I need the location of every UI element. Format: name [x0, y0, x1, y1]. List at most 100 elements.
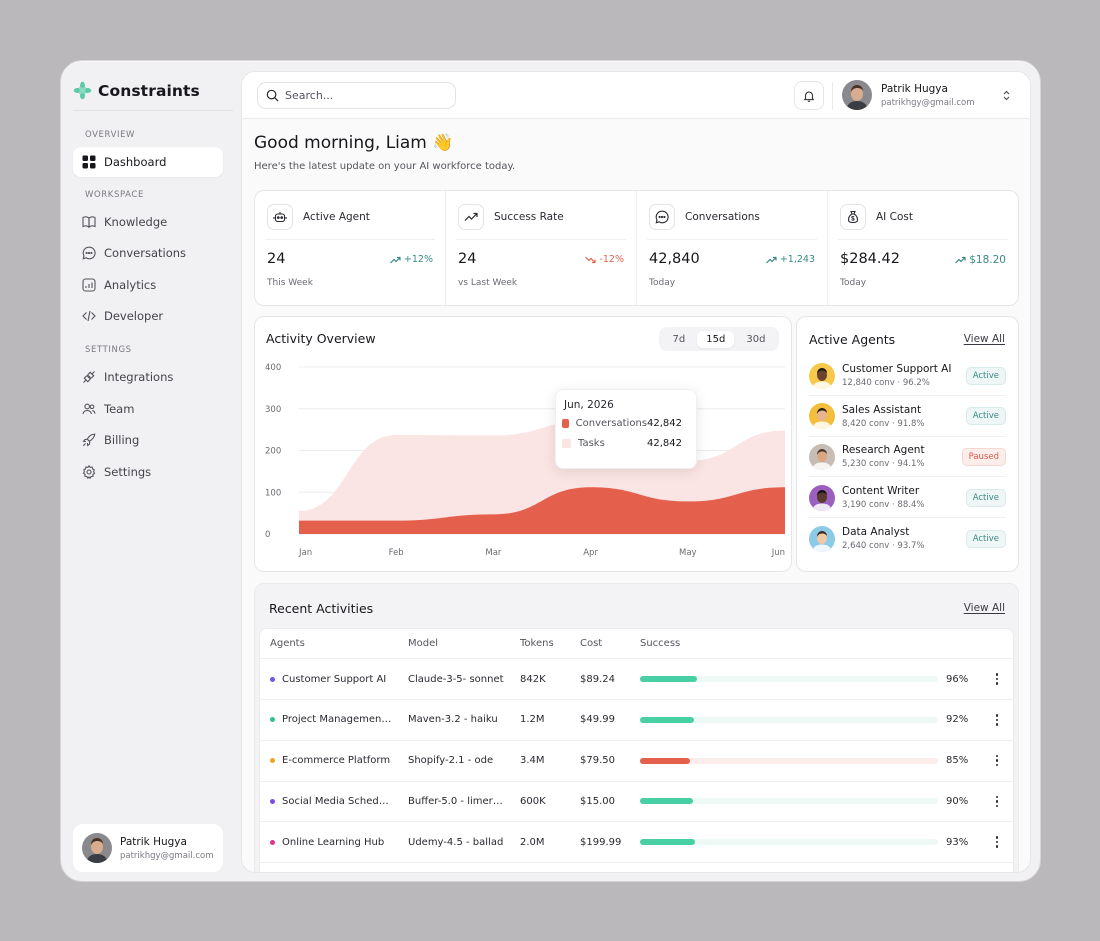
agent-name: Customer Support AI	[842, 363, 952, 375]
more-options-icon[interactable]	[993, 795, 1001, 808]
brand[interactable]: Constraints	[73, 81, 200, 100]
topbar-user[interactable]: Patrik Hugya patrikhgy@gmail.com	[842, 80, 975, 110]
table-row[interactable]: Online Learning Hub Udemy-4.5 - ballad 2.0…	[260, 822, 1013, 864]
success-value: 92%	[946, 714, 969, 726]
trend-up-icon	[765, 256, 777, 263]
bell-icon	[803, 91, 815, 102]
sidebar-item-label: Analytics	[104, 278, 157, 292]
sidebar-item-label: Billing	[104, 433, 140, 447]
agent-list-item[interactable]: Data Analyst 2,640 conv · 93.7% Active	[809, 519, 1006, 559]
avatar	[842, 80, 872, 110]
sidebar-item-conversations[interactable]: Conversations	[73, 238, 223, 268]
notification-button[interactable]	[794, 81, 824, 110]
more-options-icon[interactable]	[993, 754, 1001, 767]
legend-swatch	[562, 439, 571, 448]
stat-card-conversations[interactable]: Conversations 42,840 +1,243 Today	[637, 191, 828, 305]
model-cell: Maven-3.2 - haiku	[408, 714, 498, 726]
status-dot	[270, 758, 275, 764]
tokens-cell: 842K	[520, 673, 546, 685]
agent-name: Sales Assistant	[842, 403, 922, 416]
agent-avatar	[809, 484, 835, 511]
agent-name: Research Agent	[842, 444, 925, 457]
column-header[interactable]: Success	[640, 638, 680, 649]
y-tick-label: 0	[265, 530, 270, 540]
agent-stats: 12,840 conv · 96.2%	[842, 378, 930, 388]
tooltip-title: Jun, 2026	[564, 399, 614, 411]
view-all-agents-link[interactable]: View All	[964, 333, 1005, 345]
active-agents-card: Active Agents View All Customer Support …	[796, 316, 1019, 572]
cost-cell: $49.99	[580, 714, 615, 726]
search-placeholder: Search...	[285, 89, 334, 102]
stat-card-ai-cost[interactable]: AI Cost $284.42 $18.20 Today	[828, 191, 1018, 305]
sidebar: Constraints OVERVIEW Dashboard WORKSPACE…	[61, 61, 241, 881]
stat-card-success-rate[interactable]: Success Rate 24 -12% vs Last Week	[446, 191, 637, 305]
column-header[interactable]: Model	[408, 638, 504, 649]
robot-icon	[273, 212, 287, 223]
column-header[interactable]: Tokens	[520, 638, 554, 649]
sidebar-user-card[interactable]: Patrik Hugya patrikhgy@gmail.com	[73, 824, 223, 872]
sidebar-item-developer[interactable]: Developer	[73, 301, 223, 331]
agent-cell: Customer Support AI	[282, 673, 387, 685]
card-title: Recent Activities	[269, 601, 374, 616]
progress-fill	[640, 716, 695, 723]
success-progress-bar	[640, 798, 938, 805]
cost-cell: $199.99	[580, 836, 622, 848]
agent-cell: Project Management Bot	[282, 714, 394, 726]
section-label-overview: OVERVIEW	[85, 130, 136, 140]
user-name: Patrik Hugya	[120, 835, 187, 848]
progress-fill	[640, 839, 695, 846]
sidebar-item-knowledge[interactable]: Knowledge	[73, 207, 223, 237]
success-progress-bar	[640, 839, 938, 846]
progress-fill	[640, 676, 697, 682]
agent-cell: Social Media Scheduler	[282, 795, 394, 807]
stat-caption: Today	[840, 278, 867, 288]
status-badge: Active	[965, 366, 1006, 385]
agent-avatar	[809, 403, 835, 430]
status-badge: Active	[965, 407, 1006, 426]
more-options-icon[interactable]	[993, 673, 1001, 685]
sidebar-item-integrations[interactable]: Integrations	[73, 362, 223, 392]
stat-card-active-agent[interactable]: Active Agent 24 +12% This Week	[255, 191, 446, 305]
activity-area-chart[interactable]: 0 100 200 300 400 Jan Feb Mar Apr May Jun	[255, 317, 793, 573]
status-dot	[270, 839, 275, 845]
column-header[interactable]: Cost	[580, 638, 602, 649]
stat-value: $284.42	[840, 251, 900, 267]
sidebar-item-label: Developer	[104, 309, 164, 323]
table-row[interactable]: Customer Support AI Claude-3-5- sonnet 842…	[260, 659, 1013, 700]
user-email: patrikhgy@gmail.com	[120, 850, 214, 861]
agent-name: Content Writer	[842, 485, 920, 498]
table-row[interactable]: Project Management Bot Maven-3.2 - haiku 1…	[260, 700, 1013, 741]
status-badge: Active	[965, 529, 1006, 548]
sidebar-item-analytics[interactable]: Analytics	[73, 270, 223, 300]
column-header[interactable]: Agents	[270, 638, 305, 649]
chevron-updown-icon[interactable]	[1002, 89, 1011, 102]
table-row[interactable]: E-commerce Platform Shopify-2.1 - ode 3.4M…	[260, 741, 1013, 782]
divider	[832, 82, 833, 110]
more-options-icon[interactable]	[993, 714, 1001, 726]
tooltip-row-conversations: Conversations 42,842	[562, 418, 682, 429]
sidebar-item-billing[interactable]: Billing	[73, 425, 223, 455]
stat-value: 24	[458, 251, 477, 267]
search-input[interactable]: Search...	[257, 82, 456, 109]
sidebar-item-label: Conversations	[104, 246, 187, 260]
stat-caption: This Week	[267, 278, 313, 288]
agent-list-item[interactable]: Content Writer 3,190 conv · 88.4% Active	[809, 478, 1006, 519]
rocket-icon	[82, 433, 96, 447]
success-value: 96%	[946, 673, 969, 685]
more-options-icon[interactable]	[993, 836, 1001, 848]
money-bag-icon	[847, 210, 859, 224]
sidebar-item-team[interactable]: Team	[73, 394, 223, 424]
sidebar-item-settings[interactable]: Settings	[73, 457, 223, 487]
view-all-activities-link[interactable]: View All	[964, 602, 1005, 614]
agent-list-item[interactable]: Research Agent 5,230 conv · 94.1% Paused	[809, 437, 1006, 478]
agent-cell: E-commerce Platform	[282, 755, 391, 767]
table-row[interactable]: Social Media Scheduler Buffer-5.0 - limer…	[260, 781, 1013, 823]
y-tick-label: 400	[265, 363, 281, 373]
agent-list-item[interactable]: Sales Assistant 8,420 conv · 91.8% Active	[809, 397, 1006, 437]
sidebar-item-label: Knowledge	[104, 215, 168, 229]
stat-label: Success Rate	[494, 211, 564, 223]
model-cell: Udemy-4.5 - ballad	[408, 836, 504, 848]
cost-cell: $89.24	[580, 673, 615, 685]
sidebar-item-dashboard[interactable]: Dashboard	[73, 147, 223, 177]
agent-list-item[interactable]: Customer Support AI 12,840 conv · 96.2% Ac…	[809, 356, 1006, 396]
